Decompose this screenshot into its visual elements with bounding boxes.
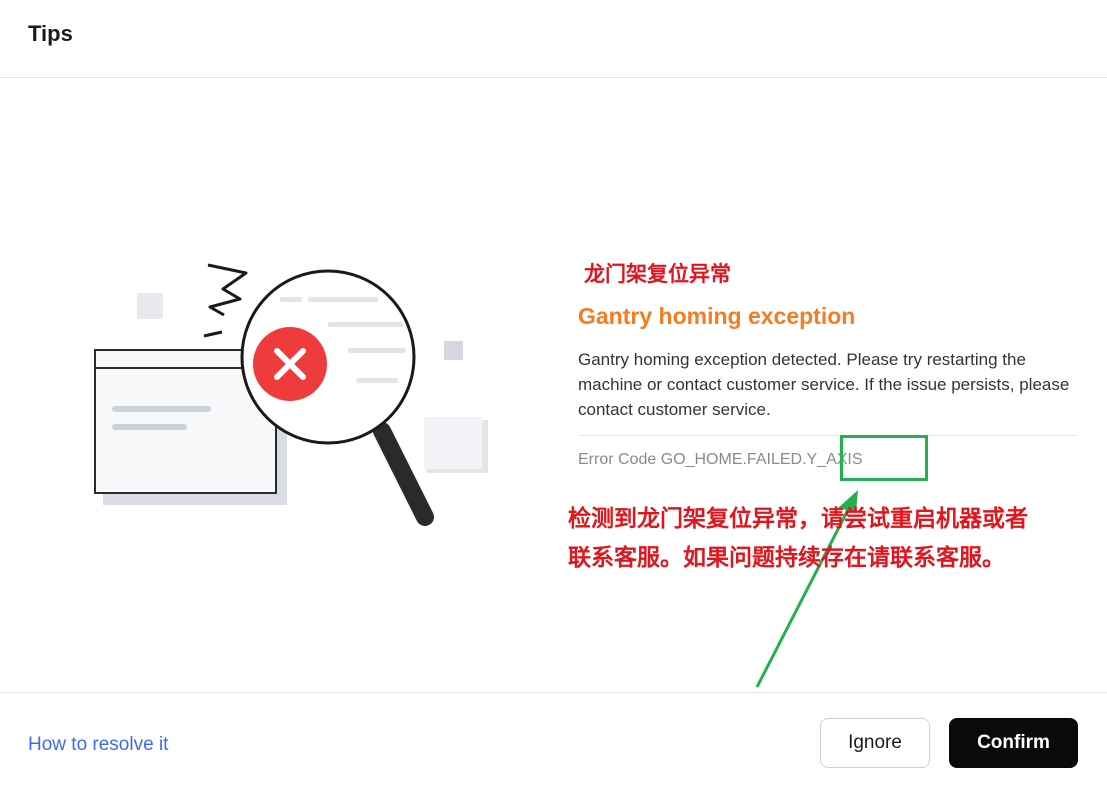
confirm-button[interactable]: Confirm bbox=[949, 718, 1078, 768]
glass-text-line bbox=[328, 322, 403, 327]
dialog-header: Tips bbox=[0, 0, 1107, 78]
tips-dialog: Tips 龙门架复位异常 Gantry homing exception Gan… bbox=[0, 0, 1107, 788]
error-code: Error Code GO_HOME.FAILED.Y_AXIS bbox=[578, 451, 863, 468]
glass-text-line bbox=[356, 378, 398, 383]
glass-text-line bbox=[308, 297, 378, 302]
error-title-en: Gantry homing exception bbox=[578, 303, 856, 329]
spark-dash bbox=[203, 330, 223, 338]
magnifier-error-illustration bbox=[94, 263, 488, 526]
spark-icon bbox=[207, 263, 248, 317]
window-text-line bbox=[112, 406, 211, 412]
error-title-cn: 龙门架复位异常 bbox=[584, 262, 731, 286]
annotation-highlight-box bbox=[840, 435, 928, 481]
decor-square bbox=[137, 293, 163, 319]
how-to-resolve-link[interactable]: How to resolve it bbox=[28, 734, 168, 756]
magnifier-handle bbox=[373, 422, 434, 526]
decor-square bbox=[424, 417, 482, 469]
error-description: Gantry homing exception detected. Please… bbox=[578, 350, 1070, 419]
dialog-title: Tips bbox=[28, 21, 73, 46]
glass-text-line bbox=[348, 348, 406, 353]
divider bbox=[578, 435, 1078, 436]
window-text-line bbox=[112, 424, 187, 430]
ignore-button[interactable]: Ignore bbox=[820, 718, 930, 768]
decor-square bbox=[444, 341, 463, 360]
annotation-note-cn: 检测到龙门架复位异常，请尝试重启机器或者联系客服。如果问题持续存在请联系客服。 bbox=[568, 506, 1028, 571]
glass-text-line bbox=[280, 297, 302, 302]
